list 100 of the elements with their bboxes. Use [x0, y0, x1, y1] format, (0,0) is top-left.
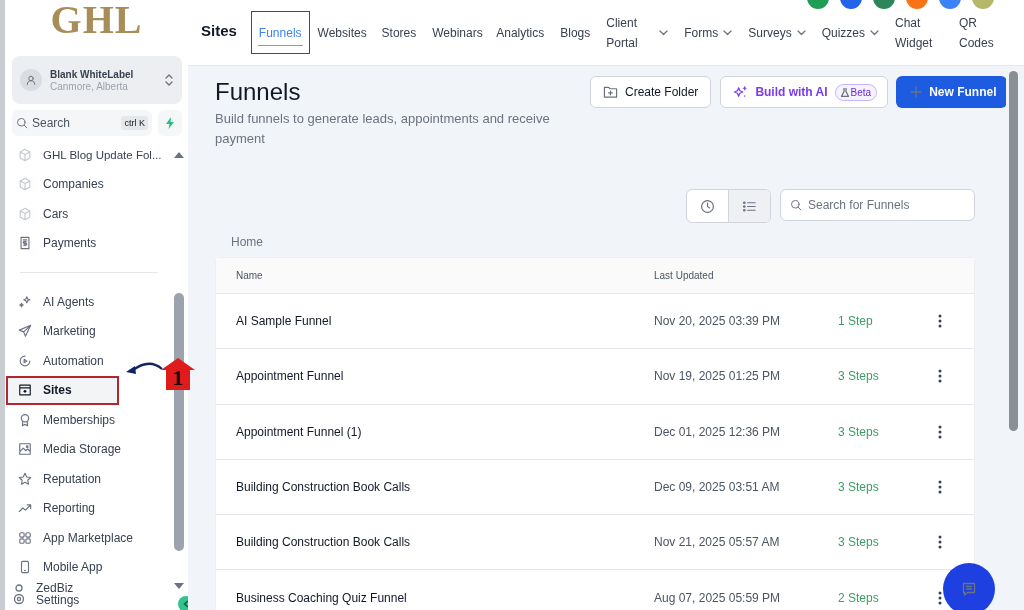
breadcrumb[interactable]: Home	[231, 235, 263, 249]
updated-date: Aug 07, 2025 05:59 PM	[654, 590, 782, 605]
browser-icon	[18, 383, 32, 398]
nav-tab[interactable]: Analytics	[488, 11, 553, 54]
ribbon-icon	[18, 412, 32, 427]
chevron-down-icon	[723, 29, 733, 36]
nav-tab[interactable]: QR Codes	[951, 11, 1015, 54]
funnel-name[interactable]: Building Construction Book Calls	[236, 535, 654, 550]
section-title: Sites	[201, 22, 237, 39]
step-count: 2 Steps	[838, 590, 880, 605]
updated-date: Nov 21, 2025 05:57 AM	[654, 535, 781, 550]
scrollbar-thumb[interactable]	[1009, 71, 1018, 431]
plus-icon	[910, 86, 923, 98]
funnel-name[interactable]: Appointment Funnel (1)	[236, 424, 654, 439]
sidebar-item[interactable]: Mobile App	[6, 552, 169, 582]
new-button[interactable]: New Funnel	[896, 76, 1006, 108]
more-icon[interactable]	[938, 480, 942, 495]
avatar-icon	[20, 69, 42, 91]
step-marker: 1	[160, 357, 196, 391]
nav-tab[interactable]: Surveys	[740, 11, 814, 54]
column-header: Last Updated	[654, 270, 715, 281]
more-icon[interactable]	[938, 590, 942, 605]
sidebar-item[interactable]: Companies	[6, 169, 169, 199]
step-count: 3 Steps	[838, 424, 880, 439]
chevron-down-icon	[796, 29, 806, 36]
scroll-down-icon[interactable]	[174, 582, 184, 590]
lightning-icon	[165, 117, 175, 129]
clock-icon	[700, 198, 715, 214]
sidebar-item[interactable]: App Marketplace	[6, 523, 169, 553]
sidebar-item[interactable]: Payments	[6, 228, 169, 258]
nav-tab[interactable]: Quizzes	[813, 11, 887, 54]
beta-badge: Beta	[834, 83, 878, 101]
sidebar-item[interactable]: Media Storage	[6, 434, 169, 464]
search-icon	[16, 117, 28, 129]
funnel-name[interactable]: Business Coaching Quiz Funnel	[236, 590, 654, 605]
scroll-up-icon[interactable]	[174, 151, 184, 159]
step-count: 3 Steps	[838, 369, 880, 384]
nav-tab[interactable]: Funnels	[250, 11, 310, 54]
chevron-down-icon	[870, 29, 879, 36]
step-count: 1 Step	[838, 314, 874, 329]
sidebar-item[interactable]: Cars	[6, 199, 169, 229]
scrollbar-thumb[interactable]	[174, 293, 184, 551]
search-icon	[790, 199, 802, 211]
nav-tab[interactable]: Forms	[676, 11, 741, 54]
more-icon[interactable]	[938, 369, 942, 384]
chat-button[interactable]	[943, 563, 995, 610]
column-header: Name	[236, 270, 264, 281]
sidebar-item[interactable]: Reputation	[6, 464, 169, 494]
nav-tab[interactable]: Chat Widget	[887, 11, 951, 54]
funnel-name[interactable]: Building Construction Book Calls	[236, 480, 654, 495]
image-icon	[18, 442, 32, 457]
list-view-button[interactable]	[728, 190, 770, 222]
gear-icon	[11, 583, 27, 605]
step-count: 3 Steps	[838, 480, 880, 495]
list-icon	[742, 198, 757, 214]
star-icon	[18, 471, 32, 486]
account-name: Blank WhiteLabel	[50, 68, 135, 80]
account-switcher[interactable]: Blank WhiteLabel Canmore, Alberta	[12, 56, 182, 104]
account-location: Canmore, Alberta	[50, 80, 129, 92]
funnel-name[interactable]: Appointment Funnel	[236, 369, 654, 384]
nav-tab[interactable]: Websites	[309, 11, 374, 54]
nav-tab[interactable]: Client Portal	[598, 11, 677, 54]
cube-icon	[18, 147, 32, 162]
logo: GHL	[50, 0, 143, 40]
nav-tab[interactable]: Stores	[373, 11, 425, 54]
message-icon	[961, 581, 977, 597]
phone-icon	[18, 560, 32, 575]
more-icon[interactable]	[938, 424, 942, 439]
step-count: 3 Steps	[838, 535, 880, 550]
shortcut-key: ctrl K	[121, 116, 148, 130]
updated-date: Nov 19, 2025 01:25 PM	[654, 369, 782, 384]
sidebar-item[interactable]: Marketing	[6, 316, 169, 346]
sidebar-item[interactable]: Memberships	[6, 405, 169, 435]
updated-date: Dec 01, 2025 12:36 PM	[654, 424, 782, 439]
flask-icon	[840, 87, 849, 97]
page-title: Funnels	[215, 78, 302, 106]
search-field[interactable]: Search ctrl K	[12, 110, 152, 136]
cube-icon	[18, 177, 32, 192]
sidebar-item[interactable]: GHL Blog Update Fol...	[6, 140, 169, 170]
ai-button[interactable]: Build with AI Beta	[720, 76, 889, 108]
folder-plus-icon	[603, 85, 618, 99]
sidebar-item[interactable]: Reporting	[6, 493, 169, 523]
page-subtitle: Build funnels to generate leads, appointments and receive payment	[215, 110, 551, 148]
sidebar-item[interactable]: Sites	[6, 375, 119, 405]
nav-tab[interactable]: Webinars	[424, 11, 489, 54]
cube-icon	[18, 206, 32, 221]
search-field[interactable]: Search for Funnels	[780, 189, 975, 221]
grid-icon	[18, 530, 32, 545]
updated-date: Dec 09, 2025 03:51 AM	[654, 480, 781, 495]
updated-date: Nov 20, 2025 03:39 PM	[654, 314, 782, 329]
sparkle-icon	[18, 294, 32, 309]
receipt-icon	[18, 236, 32, 251]
more-icon[interactable]	[938, 314, 942, 329]
funnel-name[interactable]: AI Sample Funnel	[236, 314, 654, 329]
sidebar-item[interactable]: AI Agents	[6, 287, 169, 317]
chevron-updown-icon	[164, 73, 174, 87]
create-folder-button[interactable]: Create Folder	[590, 76, 712, 108]
nav-tab[interactable]: Blogs	[552, 11, 599, 54]
more-icon[interactable]	[938, 535, 942, 550]
settings-item[interactable]: ZedBiz Settings	[11, 582, 80, 606]
